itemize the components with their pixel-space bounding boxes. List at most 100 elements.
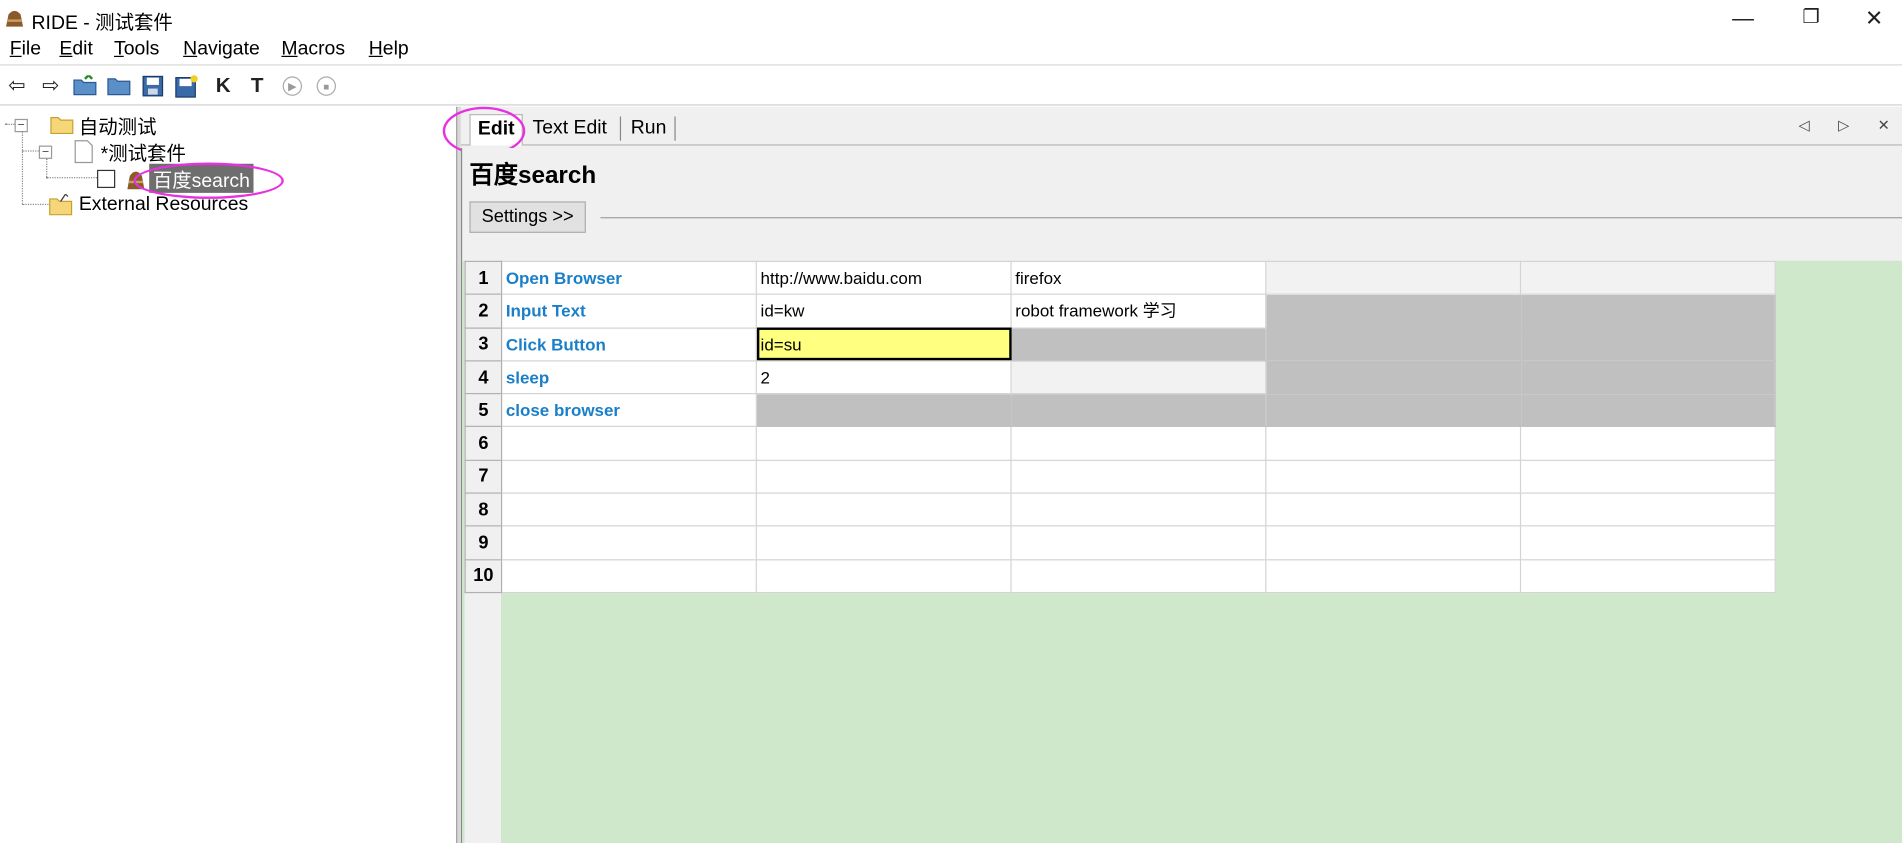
open-suite-icon[interactable] <box>70 72 99 101</box>
run-icon[interactable]: ▶ <box>278 72 307 101</box>
argument-cell[interactable] <box>1010 393 1267 428</box>
resource-folder-icon <box>49 194 73 216</box>
keyword-cell[interactable]: Open Browser <box>500 260 757 296</box>
argument-cell[interactable]: 2 <box>755 360 1012 395</box>
argument-cell[interactable] <box>1010 426 1267 461</box>
argument-cell[interactable] <box>1265 393 1522 428</box>
argument-cell[interactable] <box>1265 426 1522 461</box>
argument-cell[interactable] <box>755 558 1012 594</box>
menu-bar: File Edit Tools Navigate Macros Help <box>0 36 1902 66</box>
open-directory-icon[interactable] <box>104 72 133 101</box>
tab-navigation-arrows[interactable]: ◁ ▷ ✕ <box>1799 116 1902 133</box>
stop-icon[interactable]: ■ <box>312 72 341 101</box>
search-tests-icon[interactable]: T <box>243 72 272 101</box>
row-number[interactable]: 7 <box>464 459 503 494</box>
forward-arrow-icon[interactable]: ⇨ <box>36 72 65 101</box>
menu-file[interactable]: File <box>10 39 41 61</box>
argument-cell[interactable] <box>755 393 1012 428</box>
keyword-cell[interactable]: close browser <box>500 393 757 428</box>
keyword-cell[interactable] <box>500 525 757 561</box>
argument-cell[interactable] <box>1265 558 1522 594</box>
argument-cell[interactable] <box>1010 492 1267 527</box>
tree-node-project[interactable]: − 自动测试 <box>14 113 156 138</box>
argument-cell[interactable] <box>1010 360 1267 395</box>
argument-cell[interactable] <box>1265 260 1522 296</box>
menu-tools[interactable]: Tools <box>114 39 159 61</box>
argument-cell[interactable] <box>1519 260 1776 296</box>
argument-cell[interactable] <box>1265 525 1522 561</box>
argument-cell[interactable] <box>1519 293 1776 329</box>
tree-node-suite[interactable]: − *测试套件 <box>38 139 186 165</box>
table-row: 9 <box>464 525 1776 561</box>
argument-cell[interactable] <box>1265 360 1522 395</box>
tree-node-external-resources[interactable]: External Resources <box>49 193 248 217</box>
argument-cell[interactable] <box>755 426 1012 461</box>
argument-cell[interactable]: id=kw <box>755 293 1012 329</box>
tab-text-edit[interactable]: Text Edit <box>525 114 614 146</box>
keyword-grid-area: 1 Open Browser http://www.baidu.com firefox… <box>462 260 1902 843</box>
collapse-icon[interactable]: − <box>38 144 53 159</box>
keyword-cell[interactable] <box>500 426 757 461</box>
argument-cell[interactable] <box>755 525 1012 561</box>
save-icon[interactable] <box>138 72 167 101</box>
row-number[interactable]: 9 <box>464 525 503 561</box>
menu-help[interactable]: Help <box>369 39 409 61</box>
menu-edit[interactable]: Edit <box>59 39 92 61</box>
argument-cell[interactable] <box>1010 327 1267 362</box>
row-number[interactable]: 8 <box>464 492 503 527</box>
keyword-cell[interactable]: Click Button <box>500 327 757 362</box>
editor-tabs: Edit Text Edit Run ◁ ▷ ✕ <box>460 106 1902 146</box>
argument-cell[interactable] <box>1265 492 1522 527</box>
keyword-cell[interactable] <box>500 459 757 494</box>
menu-macros[interactable]: Macros <box>281 39 345 61</box>
row-number[interactable]: 3 <box>464 327 503 362</box>
row-number[interactable]: 2 <box>464 293 503 329</box>
argument-cell[interactable] <box>1010 558 1267 594</box>
minimize-button[interactable]: — <box>1715 2 1771 34</box>
tree-node-test-case[interactable]: 百度search <box>97 163 254 193</box>
argument-cell[interactable] <box>1519 360 1776 395</box>
row-number[interactable]: 6 <box>464 426 503 461</box>
keyword-cell[interactable]: Input Text <box>500 293 757 329</box>
argument-cell[interactable] <box>1010 525 1267 561</box>
row-number[interactable]: 5 <box>464 393 503 428</box>
argument-cell[interactable] <box>1519 327 1776 362</box>
argument-cell[interactable] <box>1519 525 1776 561</box>
test-checkbox[interactable] <box>97 169 116 188</box>
argument-cell[interactable]: robot framework 学习 <box>1010 293 1267 329</box>
row-number[interactable]: 1 <box>464 260 503 296</box>
argument-cell[interactable] <box>1010 459 1267 494</box>
maximize-button[interactable]: ❐ <box>1783 2 1839 34</box>
table-row: 2 Input Text id=kw robot framework 学习 <box>464 293 1776 329</box>
collapse-icon[interactable]: − <box>14 118 28 132</box>
table-row: 3 Click Button id=su <box>464 327 1776 362</box>
argument-cell[interactable]: id=su <box>755 327 1012 362</box>
argument-cell[interactable] <box>1519 426 1776 461</box>
search-keywords-icon[interactable]: K <box>209 72 238 101</box>
argument-cell[interactable] <box>1265 459 1522 494</box>
row-number[interactable]: 4 <box>464 360 503 395</box>
argument-cell[interactable] <box>1519 459 1776 494</box>
file-icon <box>74 140 93 164</box>
argument-cell[interactable] <box>1519 393 1776 428</box>
row-number[interactable]: 10 <box>464 558 503 594</box>
argument-cell[interactable]: firefox <box>1010 260 1267 296</box>
save-all-icon[interactable] <box>172 72 201 101</box>
keyword-cell[interactable] <box>500 558 757 594</box>
tab-run[interactable]: Run <box>623 114 673 146</box>
argument-cell[interactable]: http://www.baidu.com <box>755 260 1012 296</box>
argument-cell[interactable] <box>755 492 1012 527</box>
table-row: 4 sleep 2 <box>464 360 1776 395</box>
keyword-cell[interactable]: sleep <box>500 360 757 395</box>
keyword-cell[interactable] <box>500 492 757 527</box>
back-arrow-icon[interactable]: ⇦ <box>2 72 31 101</box>
settings-button[interactable]: Settings >> <box>469 201 586 233</box>
argument-cell[interactable] <box>1519 558 1776 594</box>
argument-cell[interactable] <box>1265 293 1522 329</box>
argument-cell[interactable] <box>1265 327 1522 362</box>
tab-edit[interactable]: Edit <box>469 114 524 146</box>
menu-navigate[interactable]: Navigate <box>183 39 260 61</box>
argument-cell[interactable] <box>755 459 1012 494</box>
close-button[interactable]: ✕ <box>1846 2 1902 34</box>
argument-cell[interactable] <box>1519 492 1776 527</box>
